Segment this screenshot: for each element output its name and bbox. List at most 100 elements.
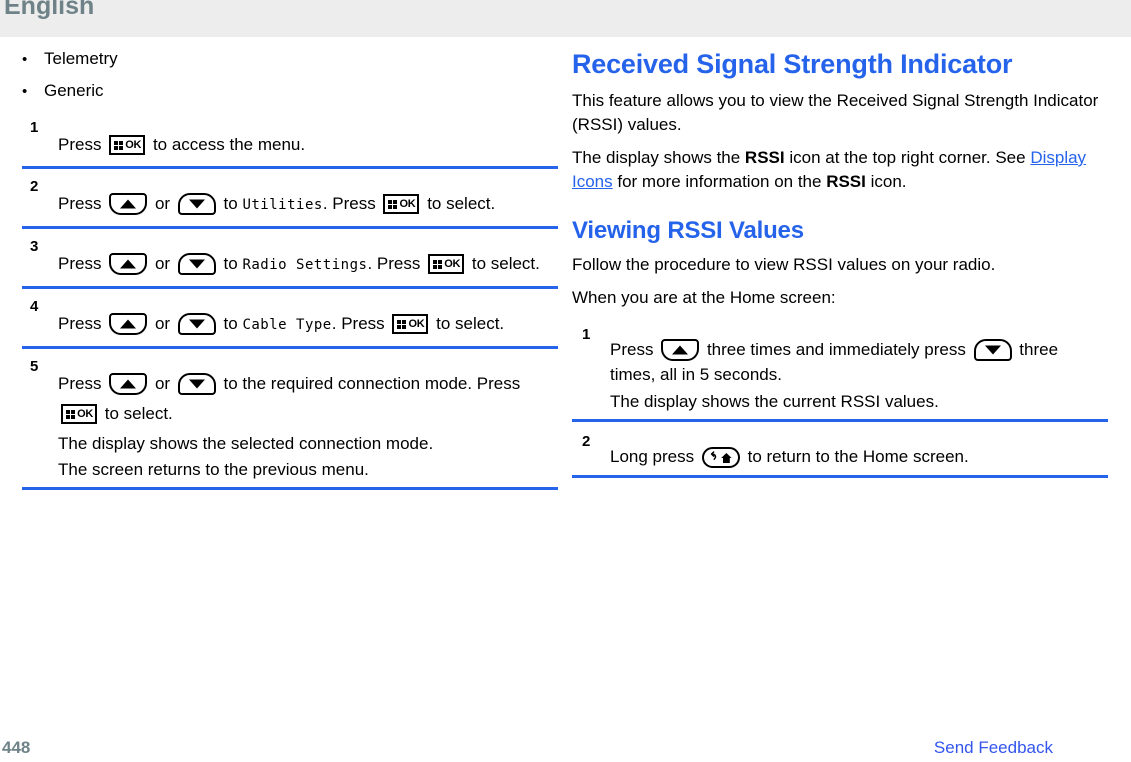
list-item-label: Telemetry bbox=[44, 49, 118, 68]
up-arrow-key-icon bbox=[661, 339, 700, 361]
step-text: Long press to return to the Home screen. bbox=[610, 435, 1108, 469]
step-text-segment: or bbox=[154, 254, 171, 273]
step-text-segment: to the required connection mode. Press bbox=[223, 374, 521, 393]
up-arrow-key-icon bbox=[109, 373, 148, 395]
menu-item-name: Cable Type bbox=[242, 317, 332, 333]
step-text-segment: Press bbox=[610, 340, 654, 359]
paragraph-segment: The display shows the bbox=[572, 148, 745, 167]
rssi-icon-paragraph: The display shows the RSSI icon at the t… bbox=[572, 146, 1108, 194]
up-arrow-key-icon bbox=[109, 253, 148, 275]
step-text: Press or to Radio Settings. Press OK to … bbox=[58, 240, 558, 280]
step-text-segment: to select. bbox=[427, 194, 496, 213]
menu-item-name: Utilities bbox=[242, 197, 323, 213]
step-number: 2 bbox=[582, 433, 591, 450]
step-number: 1 bbox=[582, 326, 591, 343]
step-text: Press OK to access the menu. bbox=[58, 121, 558, 160]
bullet-marker-icon: • bbox=[22, 83, 28, 100]
ok-key-label: OK bbox=[125, 139, 142, 151]
section-heading: Received Signal Strength Indicator bbox=[572, 49, 1013, 79]
step-text-segment: to select. bbox=[104, 404, 173, 423]
step-text-segment: or bbox=[154, 194, 171, 213]
step-text-segment: Press bbox=[58, 194, 102, 213]
rssi-bold-term: RSSI bbox=[826, 172, 866, 191]
ok-grid-glyph-icon bbox=[388, 200, 398, 209]
ok-grid-glyph-icon bbox=[397, 320, 407, 329]
ok-key-label: OK bbox=[408, 318, 425, 330]
step-number: 2 bbox=[30, 178, 39, 195]
down-arrow-key-icon bbox=[177, 253, 216, 275]
intro-paragraph: This feature allows you to view the Rece… bbox=[572, 91, 1099, 134]
procedure-step: 1 Press three times and immediately pres… bbox=[572, 326, 1108, 422]
procedure-step: 5 Press or to the required connection mo… bbox=[22, 358, 558, 490]
bullet-marker-icon: • bbox=[22, 51, 28, 68]
procedure-step: 2 Long press to return to the Home scree… bbox=[572, 433, 1108, 478]
step-number: 4 bbox=[30, 298, 39, 315]
precondition-paragraph: When you are at the Home screen: bbox=[572, 288, 836, 307]
step-number: 5 bbox=[30, 358, 39, 375]
step-text-segment: to access the menu. bbox=[152, 135, 306, 154]
step-text: Press or to the required connection mode… bbox=[58, 360, 558, 481]
step-text-segment: to return to the Home screen. bbox=[747, 447, 969, 466]
paragraph-segment: icon at the top right corner. See bbox=[784, 148, 1031, 167]
left-column: • Telemetry • Generic 1 Press OK to acce… bbox=[22, 48, 558, 501]
paragraph-segment: for more information on the bbox=[612, 172, 827, 191]
procedure-step: 2 Press or to Utilities. Press OK to sel… bbox=[22, 178, 558, 229]
step-text-segment: to select. bbox=[471, 254, 540, 273]
procedure-step: 3 Press or to Radio Settings. Press OK t… bbox=[22, 238, 558, 289]
up-arrow-key-icon bbox=[109, 193, 148, 215]
rssi-bold-term: RSSI bbox=[744, 148, 785, 167]
left-procedure-steps: 1 Press OK to access the menu. 2 Press o… bbox=[22, 119, 558, 490]
procedure-step: 4 Press or to Cable Type. Press OK to se… bbox=[22, 298, 558, 349]
step-text-segment: Press bbox=[58, 374, 102, 393]
step-text-segment: to bbox=[223, 254, 238, 273]
step-result-note: The screen returns to the previous menu. bbox=[58, 460, 369, 479]
step-result-note: The display shows the current RSSI value… bbox=[610, 392, 939, 411]
list-item: • Generic bbox=[22, 80, 558, 103]
footer-page-number: 448 bbox=[2, 738, 31, 757]
step-text-segment: . Press bbox=[331, 314, 385, 333]
step-text-segment: to select. bbox=[436, 314, 505, 333]
step-text-segment: . Press bbox=[322, 194, 376, 213]
step-text-segment: Press bbox=[58, 314, 102, 333]
menu-item-name: Radio Settings bbox=[242, 257, 368, 273]
step-text-segment: . Press bbox=[367, 254, 421, 273]
ok-grid-glyph-icon bbox=[433, 260, 443, 269]
ok-key-icon: OK bbox=[392, 314, 429, 334]
list-item-label: Generic bbox=[44, 81, 104, 100]
ok-key-label: OK bbox=[399, 198, 416, 210]
paragraph-segment: icon. bbox=[865, 172, 907, 191]
step-number: 1 bbox=[30, 119, 39, 136]
step-text-segment: Press bbox=[58, 135, 102, 154]
ok-key-label: OK bbox=[77, 408, 93, 420]
send-feedback-link[interactable]: Send Feedback bbox=[934, 738, 1053, 758]
ok-key-icon: OK bbox=[109, 135, 146, 155]
back-home-glyph-icon bbox=[710, 451, 732, 463]
step-number: 3 bbox=[30, 238, 39, 255]
page-header-band: English bbox=[0, 0, 1131, 37]
right-column: Received Signal Strength Indicator This … bbox=[572, 48, 1108, 491]
right-procedure-steps: 1 Press three times and immediately pres… bbox=[572, 326, 1108, 478]
page-header-title: English bbox=[4, 0, 95, 20]
down-arrow-key-icon bbox=[177, 193, 216, 215]
procedure-step: 1 Press OK to access the menu. bbox=[22, 119, 558, 169]
step-text: Press three times and immediately press … bbox=[610, 328, 1108, 413]
up-arrow-key-icon bbox=[109, 313, 148, 335]
subsection-heading: Viewing RSSI Values bbox=[572, 217, 804, 244]
ok-key-icon: OK bbox=[383, 194, 420, 214]
step-text-segment: to bbox=[223, 314, 238, 333]
ok-key-icon: OK bbox=[428, 254, 465, 274]
step-text-segment: three times and immediately press bbox=[706, 340, 966, 359]
ok-key-label: OK bbox=[444, 258, 461, 270]
down-arrow-key-icon bbox=[973, 339, 1012, 361]
ok-key-icon: OK bbox=[61, 404, 97, 424]
step-text-segment: or bbox=[154, 314, 171, 333]
down-arrow-key-icon bbox=[177, 373, 216, 395]
step-text-segment: or bbox=[154, 374, 171, 393]
list-item: • Telemetry bbox=[22, 48, 558, 71]
step-result-note: The display shows the selected connectio… bbox=[58, 434, 434, 453]
ok-grid-glyph-icon bbox=[66, 410, 75, 419]
step-text: Press or to Utilities. Press OK to selec… bbox=[58, 180, 558, 220]
procedure-intro-paragraph: Follow the procedure to view RSSI values… bbox=[572, 255, 996, 274]
back-home-key-icon bbox=[701, 447, 740, 468]
step-text-segment: to bbox=[223, 194, 238, 213]
